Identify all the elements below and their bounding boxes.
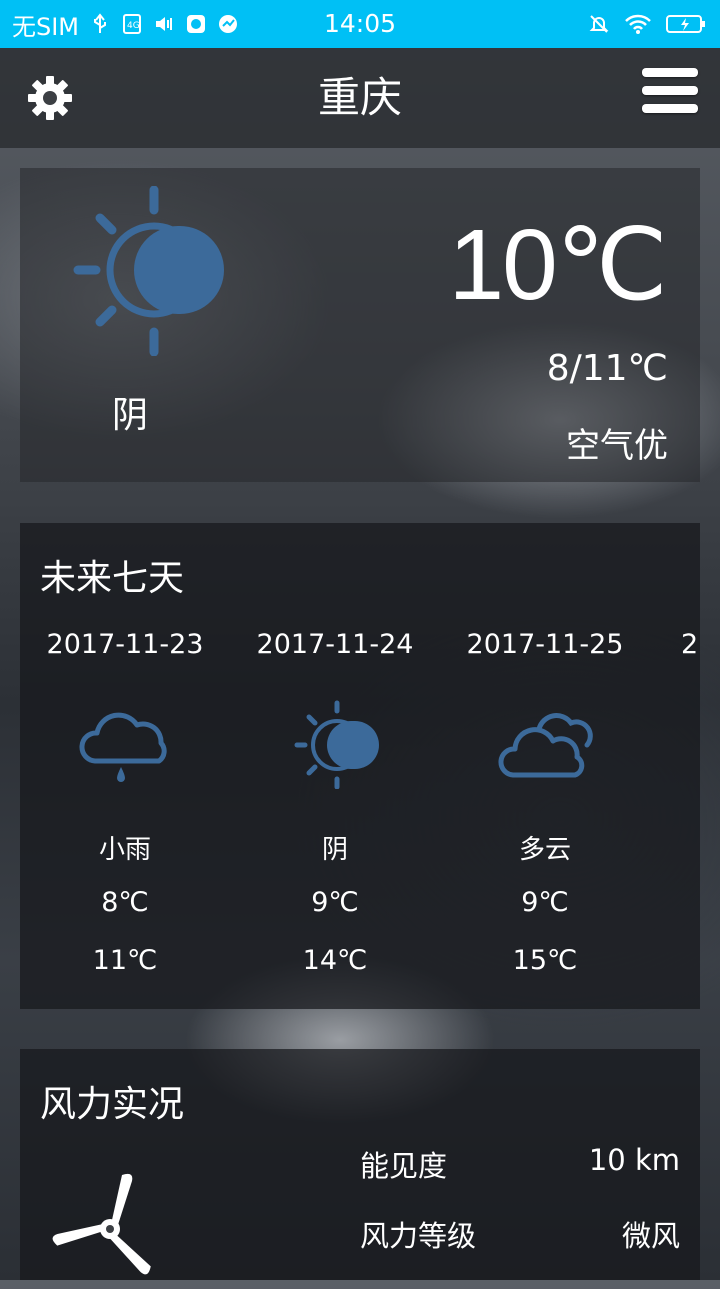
temperature-range: 8/11℃ [546,348,668,389]
battery-charging-icon [666,15,705,33]
visibility-value: 10 km [588,1143,680,1177]
forecast-date: 2017-11-25 [466,629,624,660]
forecast-date: 2017-11-23 [46,629,204,660]
forecast-card[interactable]: 未来七天 2017-11-23 小雨 8℃ 11℃ 2017-11-24 阴 9… [20,523,700,1009]
wind-level-label: 风力等级 [360,1219,477,1253]
forecast-desc: 小雨 [98,835,151,865]
forecast-low: 9℃ [521,887,569,918]
forecast-desc: 阴 [321,835,348,865]
wind-card: 风力实况 能见度 10 km 风力等级 微风 [20,1049,700,1280]
forecast-low: 8℃ [101,887,149,918]
wind-title: 风力实况 [40,1084,185,1125]
forecast-high: 14℃ [302,945,368,976]
visibility-label: 能见度 [360,1149,448,1183]
forecast-scroll[interactable]: 2017-11-23 小雨 8℃ 11℃ 2017-11-24 阴 9℃ 14℃… [20,523,700,1009]
current-temperature: 10℃ [448,209,668,321]
wifi-icon [625,14,651,34]
forecast-date: 2 [681,629,699,660]
rain-cloud-icon [79,712,167,782]
app-bar: 重庆 [0,48,720,148]
clouds-icon [498,713,593,778]
forecast-low: 9℃ [311,887,359,918]
wind-level-value: 微风 [621,1219,680,1253]
current-condition: 阴 [111,395,148,436]
menu-icon[interactable] [642,68,698,124]
air-quality: 空气优 [566,426,668,466]
forecast-high: 11℃ [92,945,158,976]
fan-icon [52,1173,151,1275]
bell-off-icon [589,15,609,33]
cloudy-sun-icon [294,700,379,789]
cloudy-sun-icon [73,186,224,356]
city-title: 重庆 [317,73,402,122]
status-bar: 无SIM 4G 14:05 [0,0,720,48]
forecast-desc: 多云 [518,835,571,865]
forecast-high: 15℃ [512,945,578,976]
current-weather-card: 阴 10℃ 8/11℃ 空气优 [20,168,700,482]
forecast-date: 2017-11-24 [256,629,414,660]
